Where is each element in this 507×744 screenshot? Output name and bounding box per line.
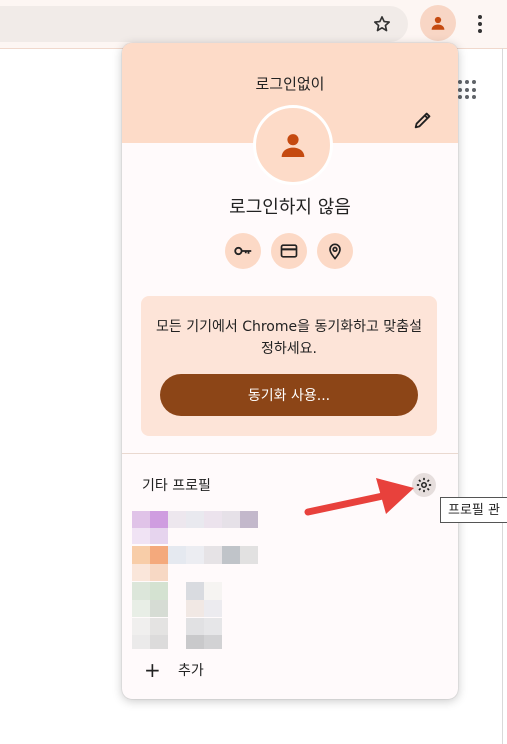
sync-promo-card: 모든 기기에서 Chrome을 동기화하고 맞춤설정하세요. 동기화 사용...: [141, 296, 437, 436]
turn-on-sync-button[interactable]: 동기화 사용...: [160, 374, 418, 416]
edit-pencil-icon[interactable]: [412, 109, 434, 131]
apps-grid-icon[interactable]: [458, 80, 478, 100]
profile-menu-popup: 로그인없이 로그인하지 않음 모든 기기에서 Chrome을 동기화하고 맞춤설…: [122, 43, 458, 699]
browser-window: 로그인없이 로그인하지 않음 모든 기기에서 Chrome을 동기화하고 맞춤설…: [0, 0, 507, 744]
scrollbar-edge: [502, 48, 503, 744]
bookmark-star-icon[interactable]: [370, 12, 394, 36]
location-pin-icon: [329, 243, 341, 260]
profile-avatar: [253, 105, 333, 185]
sync-message: 모든 기기에서 Chrome을 동기화하고 맞춤설정하세요.: [156, 319, 422, 357]
addresses-button[interactable]: [317, 233, 353, 269]
other-profiles-list[interactable]: [132, 508, 372, 658]
plus-icon: +: [144, 658, 161, 682]
divider: [122, 453, 458, 454]
person-icon: [281, 134, 305, 157]
add-profile-button[interactable]: + 추가: [144, 659, 204, 681]
other-profiles-label: 기타 프로필: [142, 478, 211, 494]
payment-methods-button[interactable]: [271, 233, 307, 269]
sign-in-status: 로그인하지 않음: [229, 197, 351, 218]
add-profile-label: 추가: [178, 663, 204, 679]
manage-profiles-tooltip: 프로필 관: [440, 497, 507, 523]
more-vert-icon[interactable]: [468, 10, 492, 38]
key-icon: [234, 246, 252, 256]
profile-header-label: 로그인없이: [255, 75, 325, 93]
passwords-button[interactable]: [225, 233, 261, 269]
person-icon: [431, 16, 445, 30]
credit-card-icon: [280, 244, 298, 258]
red-arrow-annotation: [304, 478, 414, 516]
profile-button[interactable]: [420, 5, 456, 41]
browser-toolbar: [0, 0, 507, 49]
address-bar[interactable]: [0, 6, 408, 42]
